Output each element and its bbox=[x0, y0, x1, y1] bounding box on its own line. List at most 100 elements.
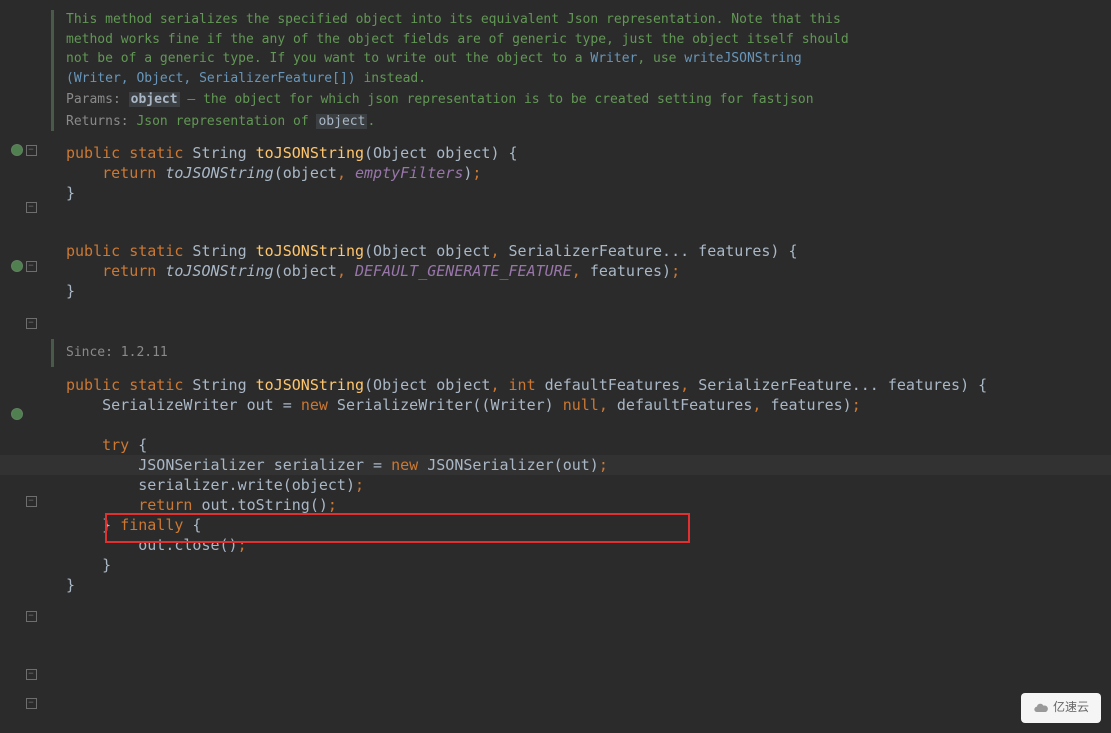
semi: ; bbox=[671, 262, 680, 280]
doc-sig-open: ( bbox=[66, 71, 74, 86]
doc-link-writer[interactable]: Writer bbox=[590, 51, 637, 66]
doc-sig-object[interactable]: Object bbox=[136, 71, 183, 86]
kw-try: try bbox=[102, 436, 129, 454]
kw-int: int bbox=[509, 376, 536, 394]
c3: , bbox=[572, 262, 590, 280]
gutter: − − − − − − − − bbox=[0, 0, 36, 733]
comma: , bbox=[337, 164, 355, 182]
ret-type: String bbox=[183, 376, 255, 394]
finally-open: { bbox=[183, 516, 201, 534]
doc-params-label: Params: bbox=[66, 92, 129, 107]
kw-null: null bbox=[563, 396, 599, 414]
args-open: (object bbox=[274, 164, 337, 182]
sig-open: (Object object bbox=[364, 376, 490, 394]
finally-close: } bbox=[102, 556, 111, 574]
method-name: toJSONString bbox=[256, 144, 364, 162]
semi: ; bbox=[472, 164, 481, 182]
semi5: ; bbox=[238, 536, 247, 554]
interface-indicator-icon[interactable] bbox=[10, 259, 24, 273]
ret-call: out.toString() bbox=[192, 496, 327, 514]
doc-line-3: not be of a generic type. If you want to… bbox=[66, 51, 590, 66]
doc-line-2: method works fine if the any of the obje… bbox=[66, 32, 849, 47]
feat: SerializerFeature... features) { bbox=[509, 242, 798, 260]
l2c1: , bbox=[599, 396, 617, 414]
code-editor[interactable]: − − − − − − − − This method serializes t… bbox=[0, 0, 1111, 733]
sig-open: (Object object bbox=[364, 242, 490, 260]
kw-return: return bbox=[102, 164, 156, 182]
watermark-text: 亿速云 bbox=[1053, 699, 1089, 716]
close-call: out.close() bbox=[138, 536, 237, 554]
kw-new: new bbox=[301, 396, 328, 414]
doc-sig-c2: , bbox=[183, 71, 199, 86]
method-3: public static String toJSONString(Object… bbox=[66, 375, 1111, 595]
doc-sig-writer[interactable]: Writer bbox=[74, 71, 121, 86]
kw-finally: finally bbox=[120, 516, 183, 534]
c2: , bbox=[337, 262, 355, 280]
javadoc-block: This method serializes the specified obj… bbox=[51, 10, 1111, 131]
doc-sig-close: ) bbox=[348, 71, 356, 86]
semi2: ; bbox=[599, 456, 608, 474]
kw-public-static: public static bbox=[66, 144, 183, 162]
doc-returns-code: object bbox=[316, 114, 367, 129]
watermark-badge: 亿速云 bbox=[1021, 693, 1101, 723]
doc-use: , use bbox=[637, 51, 684, 66]
interface-indicator-icon[interactable] bbox=[10, 143, 24, 157]
method-2: public static String toJSONString(Object… bbox=[66, 241, 1111, 301]
doc-line-1: This method serializes the specified obj… bbox=[66, 12, 841, 27]
highlighted-line: JSONSerializer serializer = new JSONSeri… bbox=[0, 455, 1111, 475]
c2: , bbox=[680, 376, 698, 394]
sig: (Object object) { bbox=[364, 144, 518, 162]
close: } bbox=[66, 184, 75, 202]
df: defaultFeatures bbox=[536, 376, 681, 394]
ser-pre: JSONSerializer serializer = bbox=[138, 456, 391, 474]
kw-new: new bbox=[391, 456, 418, 474]
kw-return: return bbox=[138, 496, 192, 514]
close: } bbox=[66, 576, 75, 594]
semi4: ; bbox=[328, 496, 337, 514]
args-open: (object bbox=[274, 262, 337, 280]
close: } bbox=[66, 282, 75, 300]
doc-instead: instead. bbox=[356, 71, 426, 86]
method-1: public static String toJSONString(Object… bbox=[66, 143, 1111, 203]
doc-link-method[interactable]: writeJSONString bbox=[684, 51, 801, 66]
kw-public-static: public static bbox=[66, 376, 183, 394]
ret-type: String bbox=[183, 144, 255, 162]
ret-type: String bbox=[183, 242, 255, 260]
write: serializer.write(object) bbox=[138, 476, 355, 494]
doc-sig-feat[interactable]: SerializerFeature[] bbox=[199, 71, 348, 86]
l2c2: , bbox=[752, 396, 770, 414]
since-block: Since: 1.2.11 bbox=[51, 339, 1111, 367]
doc-param-name: object bbox=[129, 92, 180, 107]
kw-return: return bbox=[102, 262, 156, 280]
method-name: toJSONString bbox=[256, 242, 364, 260]
doc-returns-label: Returns: bbox=[66, 114, 136, 129]
c1: , bbox=[490, 242, 508, 260]
code-content[interactable]: This method serializes the specified obj… bbox=[36, 0, 1111, 733]
kw-public-static: public static bbox=[66, 242, 183, 260]
doc-returns-post: . bbox=[367, 114, 375, 129]
try-open: { bbox=[129, 436, 147, 454]
cloud-icon bbox=[1033, 700, 1049, 716]
interface-indicator-icon[interactable] bbox=[10, 407, 24, 421]
try-close: } bbox=[102, 516, 120, 534]
call: toJSONString bbox=[156, 262, 273, 280]
ser-call: JSONSerializer(out) bbox=[418, 456, 599, 474]
l2-call: SerializeWriter((Writer) bbox=[328, 396, 563, 414]
doc-param-desc: – the object for which json representati… bbox=[180, 92, 814, 107]
features: features) bbox=[590, 262, 671, 280]
l2-f: features) bbox=[770, 396, 851, 414]
call: toJSONString bbox=[156, 164, 273, 182]
method-name: toJSONString bbox=[256, 376, 364, 394]
semi1: ; bbox=[852, 396, 861, 414]
doc-sig-c1: , bbox=[121, 71, 137, 86]
l2-pre: SerializeWriter out = bbox=[102, 396, 301, 414]
c1: , bbox=[490, 376, 508, 394]
doc-returns-pre: Json representation of bbox=[136, 114, 316, 129]
since-label: Since: bbox=[66, 345, 121, 360]
default-feat: DEFAULT_GENERATE_FEATURE bbox=[355, 262, 572, 280]
l2-df: defaultFeatures bbox=[617, 396, 752, 414]
feat: SerializerFeature... features) { bbox=[698, 376, 987, 394]
semi3: ; bbox=[355, 476, 364, 494]
since-value: 1.2.11 bbox=[121, 345, 168, 360]
filters: emptyFilters bbox=[355, 164, 463, 182]
